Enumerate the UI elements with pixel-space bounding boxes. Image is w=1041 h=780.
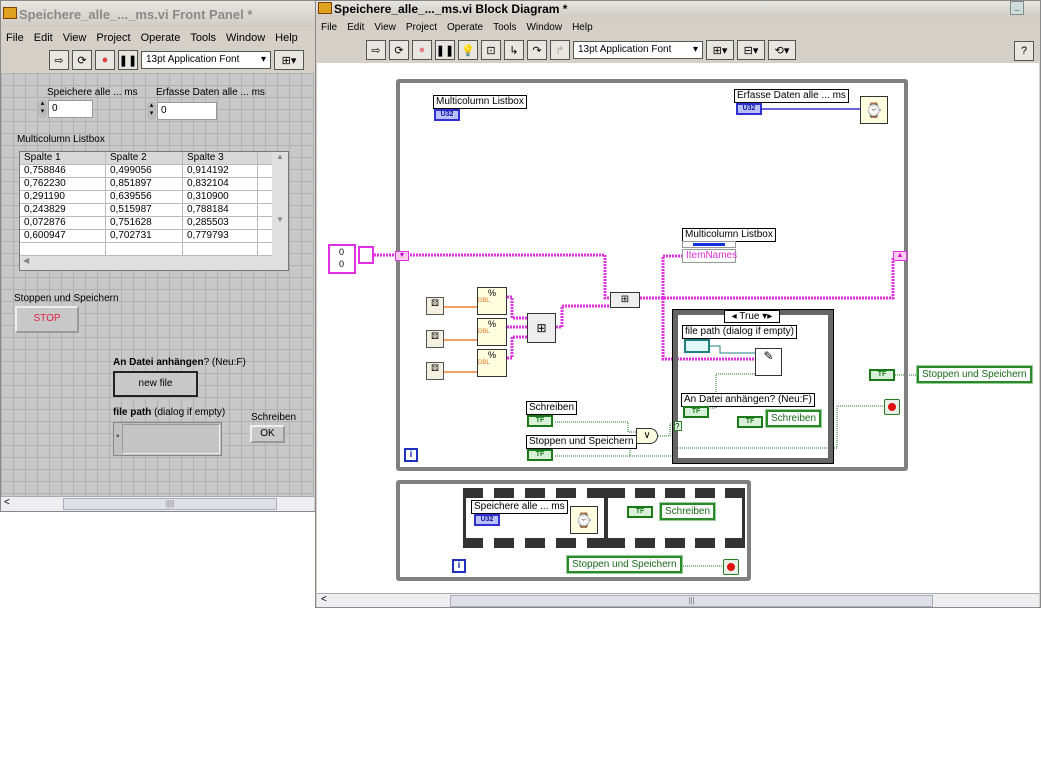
shift-register-left[interactable]: ▼ <box>395 251 409 261</box>
stoppen-terminal-label: Stoppen und Speichern <box>526 435 637 449</box>
case-selector-terminal[interactable]: ? <box>674 421 682 431</box>
append-terminal[interactable]: TF <box>683 406 709 418</box>
schreiben-terminal-label: Schreiben <box>526 401 578 415</box>
shift-register-right[interactable]: ▲ <box>893 251 907 261</box>
write-spreadsheet-icon[interactable]: ✎ <box>755 348 782 376</box>
case-selector-value: True <box>739 311 760 322</box>
build-array-icon[interactable]: ⊞ <box>527 313 556 343</box>
listbox-terminal-label: Multicolumn Listbox <box>433 95 527 109</box>
erfasse-terminal-label: Erfasse Daten alle ... ms <box>734 89 849 103</box>
filepath-terminal-label: file path (dialog if empty) <box>682 325 797 339</box>
case-selector[interactable]: ◂ True ▾▸ <box>724 310 780 323</box>
iteration-terminal-icon: i <box>404 448 418 462</box>
cluster-value: 0 <box>339 247 345 257</box>
loop-condition-stop-icon[interactable] <box>723 559 739 575</box>
build-array-2d-icon[interactable]: ⊞ <box>610 292 640 308</box>
stoppen-local-variable[interactable]: Stoppen und Speichern <box>917 366 1032 383</box>
wait-ms-icon[interactable]: ⌚ <box>860 96 888 124</box>
speichere-terminal[interactable]: U32 <box>474 514 500 526</box>
stoppen-terminal[interactable]: TF <box>527 449 553 461</box>
bundle-node[interactable] <box>358 246 374 264</box>
filepath-terminal[interactable] <box>684 339 710 353</box>
dbl-terminal: DBL <box>478 329 490 335</box>
dbl-terminal: DBL <box>478 298 490 304</box>
format-string-node[interactable]: % DBL <box>477 287 507 315</box>
property-node-bar <box>682 241 736 248</box>
true-constant[interactable]: TF <box>627 506 653 518</box>
erfasse-terminal[interactable]: U32 <box>736 103 762 115</box>
stoppen-local-variable[interactable]: Stoppen und Speichern <box>567 556 682 573</box>
format-string-node[interactable]: % DBL <box>477 349 507 377</box>
dbl-terminal: DBL <box>478 360 490 366</box>
wait-ms-icon[interactable]: ⌚ <box>570 506 598 534</box>
speichere-terminal-label: Speichere alle ... ms <box>471 500 568 514</box>
cluster-constant[interactable]: 00 <box>328 244 356 274</box>
cluster-value: 0 <box>339 259 345 269</box>
iteration-terminal-icon: i <box>452 559 466 573</box>
random-number-icon[interactable]: ⚄ <box>426 297 444 315</box>
true-constant[interactable]: TF <box>737 416 763 428</box>
schreiben-local-variable[interactable]: Schreiben <box>660 503 716 520</box>
property-node-label: Multicolumn Listbox <box>682 228 776 242</box>
property-itemnames[interactable]: ItemNames <box>682 249 737 263</box>
random-number-icon[interactable]: ⚄ <box>426 330 444 348</box>
schreiben-local-variable[interactable]: Schreiben <box>766 410 822 427</box>
listbox-terminal[interactable]: U32 <box>434 109 460 121</box>
true-constant[interactable]: TF <box>869 369 895 381</box>
schreiben-terminal[interactable]: TF <box>527 415 553 427</box>
or-gate-icon[interactable]: ∨ <box>636 428 658 444</box>
format-string-node[interactable]: % DBL <box>477 318 507 346</box>
random-number-icon[interactable]: ⚄ <box>426 362 444 380</box>
loop-condition-stop-icon[interactable] <box>884 399 900 415</box>
append-terminal-label: An Datei anhängen? (Neu:F) <box>681 393 815 407</box>
